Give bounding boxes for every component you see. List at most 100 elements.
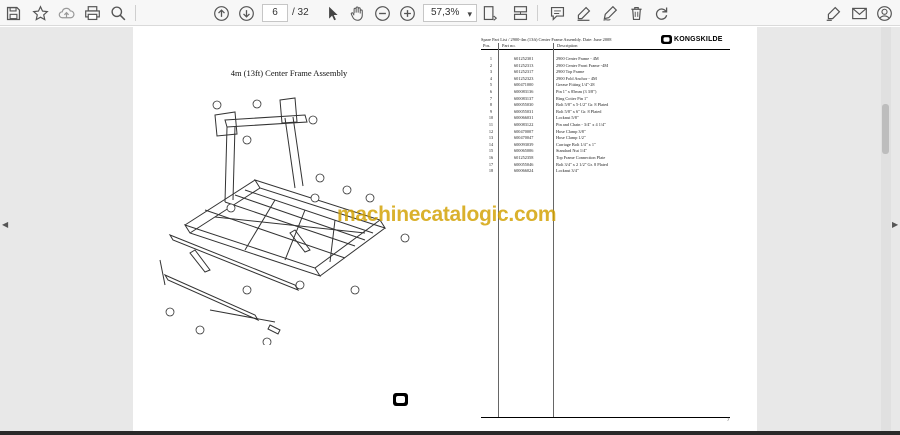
part-number: 601252313: [514, 62, 534, 68]
part-number: 600083136: [514, 89, 534, 94]
table-row: 11 600083122 Pin and Chain - 3/4" x 4 1/4": [481, 122, 730, 128]
part-description: Pin and Chain - 3/4" x 4 1/4": [556, 122, 606, 127]
part-description: 2900 Top Frame: [556, 69, 585, 75]
email-icon[interactable]: [849, 3, 869, 23]
part-number: 600470047: [514, 135, 534, 141]
sign-icon[interactable]: [823, 3, 843, 23]
part-position: 2: [489, 62, 493, 68]
part-position: 10: [488, 115, 494, 121]
table-row: 2 601252313 2900 Center Front Frame -4M: [481, 63, 730, 69]
part-description: Bolt 3/4" x 2 1/2" Gr. 8 Plated: [556, 161, 608, 167]
part-position: 14: [488, 141, 494, 147]
part-position: 7: [489, 95, 493, 101]
table-row: 10 600066031 Locknut 5/8": [481, 115, 730, 121]
part-description: Ring Cotter Pin 1": [556, 95, 588, 101]
zoom-select[interactable]: 57,3% ▾: [423, 4, 477, 22]
save-icon[interactable]: [3, 3, 23, 23]
table-row: 17 600055046 Bolt 3/4" x 2 1/2" Gr. 8 Plat…: [481, 162, 730, 168]
rotate-icon[interactable]: [651, 3, 671, 23]
part-number: 600055031: [514, 108, 534, 114]
table-row: 7 600083137 Ring Cotter Pin 1": [481, 96, 730, 102]
table-row: 18 600066024 Locknut 3/4": [481, 168, 730, 174]
part-description: Locknut 3/4": [556, 168, 579, 174]
part-description: Locknut 5/8": [556, 115, 579, 121]
part-position: 5: [489, 82, 493, 88]
brand-name: KONGSKILDE: [674, 36, 723, 43]
toolbar: 6 / 32 57,3% ▾: [0, 0, 900, 26]
page-number-input[interactable]: 6: [262, 4, 288, 22]
brand-logo: KONGSKILDE: [661, 34, 723, 45]
part-number: 600055030: [514, 102, 534, 108]
part-number: 600471000: [514, 82, 534, 88]
scroll-mode-icon[interactable]: [510, 3, 530, 23]
zoom-in-icon[interactable]: [397, 3, 417, 23]
page-total: / 32: [292, 7, 309, 18]
prev-page-arrow-icon[interactable]: ◀: [2, 220, 8, 229]
vertical-scrollbar[interactable]: [881, 27, 891, 435]
part-number: 601252301: [514, 56, 534, 61]
zoom-search-icon[interactable]: [108, 3, 128, 23]
part-position: 8: [489, 102, 493, 108]
part-description: Hose Clamp 3/8": [556, 128, 586, 134]
page-up-icon[interactable]: [211, 3, 231, 23]
table-row: 14 600093039 Carriage Bolt 1/4" x 1": [481, 142, 730, 148]
page-title: 4m (13ft) Center Frame Assembly: [230, 68, 348, 78]
part-position: 17: [488, 161, 494, 167]
part-description: 2900 Center Front Frame -4M: [556, 62, 609, 68]
table-row: 1 601252301 2900 Center Frame - 4M: [481, 56, 730, 62]
column-header-pos: Pos.: [483, 43, 491, 48]
zoom-value: 57,3%: [431, 7, 460, 18]
column-header-description: Description: [557, 43, 578, 48]
watermark: machinecatalogic.com: [337, 203, 557, 226]
part-description: Standard Nut 1/4": [556, 148, 588, 154]
part-number: 600065006: [514, 148, 534, 154]
table-row: 16 601252358 Top Frame Connection Plate: [481, 155, 730, 161]
part-description: Grease Fitting 1/4"-28: [556, 82, 595, 88]
part-number: 600066024: [514, 168, 534, 174]
part-number: 600066031: [514, 115, 534, 121]
part-number: 600083122: [514, 122, 534, 127]
part-position: 18: [488, 168, 494, 174]
table-row: 15 600065006 Standard Nut 1/4": [481, 148, 730, 154]
scrollbar-thumb[interactable]: [882, 104, 889, 154]
kongskilde-logo-icon: [661, 35, 672, 44]
highlight-pen-icon[interactable]: [573, 3, 593, 23]
part-description: Carriage Bolt 1/4" x 1": [556, 141, 596, 147]
column-header-part: Part no.: [502, 43, 516, 48]
table-row: 3 601252317 2900 Top Frame: [481, 69, 730, 75]
draw-icon[interactable]: [599, 3, 619, 23]
parts-list-header: Spare Part List / 2900-4m (13ft) Center …: [481, 37, 612, 42]
upload-cloud-icon[interactable]: [56, 3, 76, 23]
hand-tool-icon[interactable]: [347, 3, 367, 23]
part-description: Top Frame Connection Plate: [556, 155, 606, 160]
comment-icon[interactable]: [547, 3, 567, 23]
part-description: Hose Clamp 1/2": [556, 135, 586, 141]
table-row: 9 600055031 Bolt 5/8" x 6" Gr. 8 Plated: [481, 109, 730, 115]
table-row: 6 600083136 Pin 1" x 85mm (3 3/8"): [481, 89, 730, 95]
table-row: 8 600055030 Bolt 5/8" x 5-1/2" Gr. 8 Plate…: [481, 102, 730, 108]
table-row: 13 600470047 Hose Clamp 1/2": [481, 135, 730, 141]
select-cursor-icon[interactable]: [322, 3, 342, 23]
taskbar-strip: [0, 431, 900, 435]
part-description: Pin 1" x 85mm (3 3/8"): [556, 89, 597, 94]
part-position: 3: [489, 69, 493, 75]
part-position: 6: [489, 89, 493, 94]
part-position: 11: [488, 122, 494, 127]
fit-page-icon[interactable]: [479, 3, 499, 23]
part-description: Bolt 5/8" x 5-1/2" Gr. 8 Plated: [556, 102, 609, 108]
part-position: 1: [489, 56, 493, 61]
part-position: 4: [489, 75, 493, 81]
part-description: Bolt 5/8" x 6" Gr. 8 Plated: [556, 108, 602, 114]
next-page-arrow-icon[interactable]: ▶: [892, 220, 898, 229]
zoom-out-icon[interactable]: [372, 3, 392, 23]
page-down-icon[interactable]: [236, 3, 256, 23]
account-icon[interactable]: [874, 3, 894, 23]
table-row: 5 600471000 Grease Fitting 1/4"-28: [481, 82, 730, 88]
brand-logo-icon: [393, 393, 408, 406]
print-icon[interactable]: [82, 3, 102, 23]
bookmark-star-icon[interactable]: [30, 3, 50, 23]
part-position: 16: [488, 155, 494, 160]
part-number: 600093039: [514, 141, 534, 147]
delete-icon[interactable]: [626, 3, 646, 23]
part-description: 2900 Fold Anchor - 4M: [556, 75, 597, 81]
